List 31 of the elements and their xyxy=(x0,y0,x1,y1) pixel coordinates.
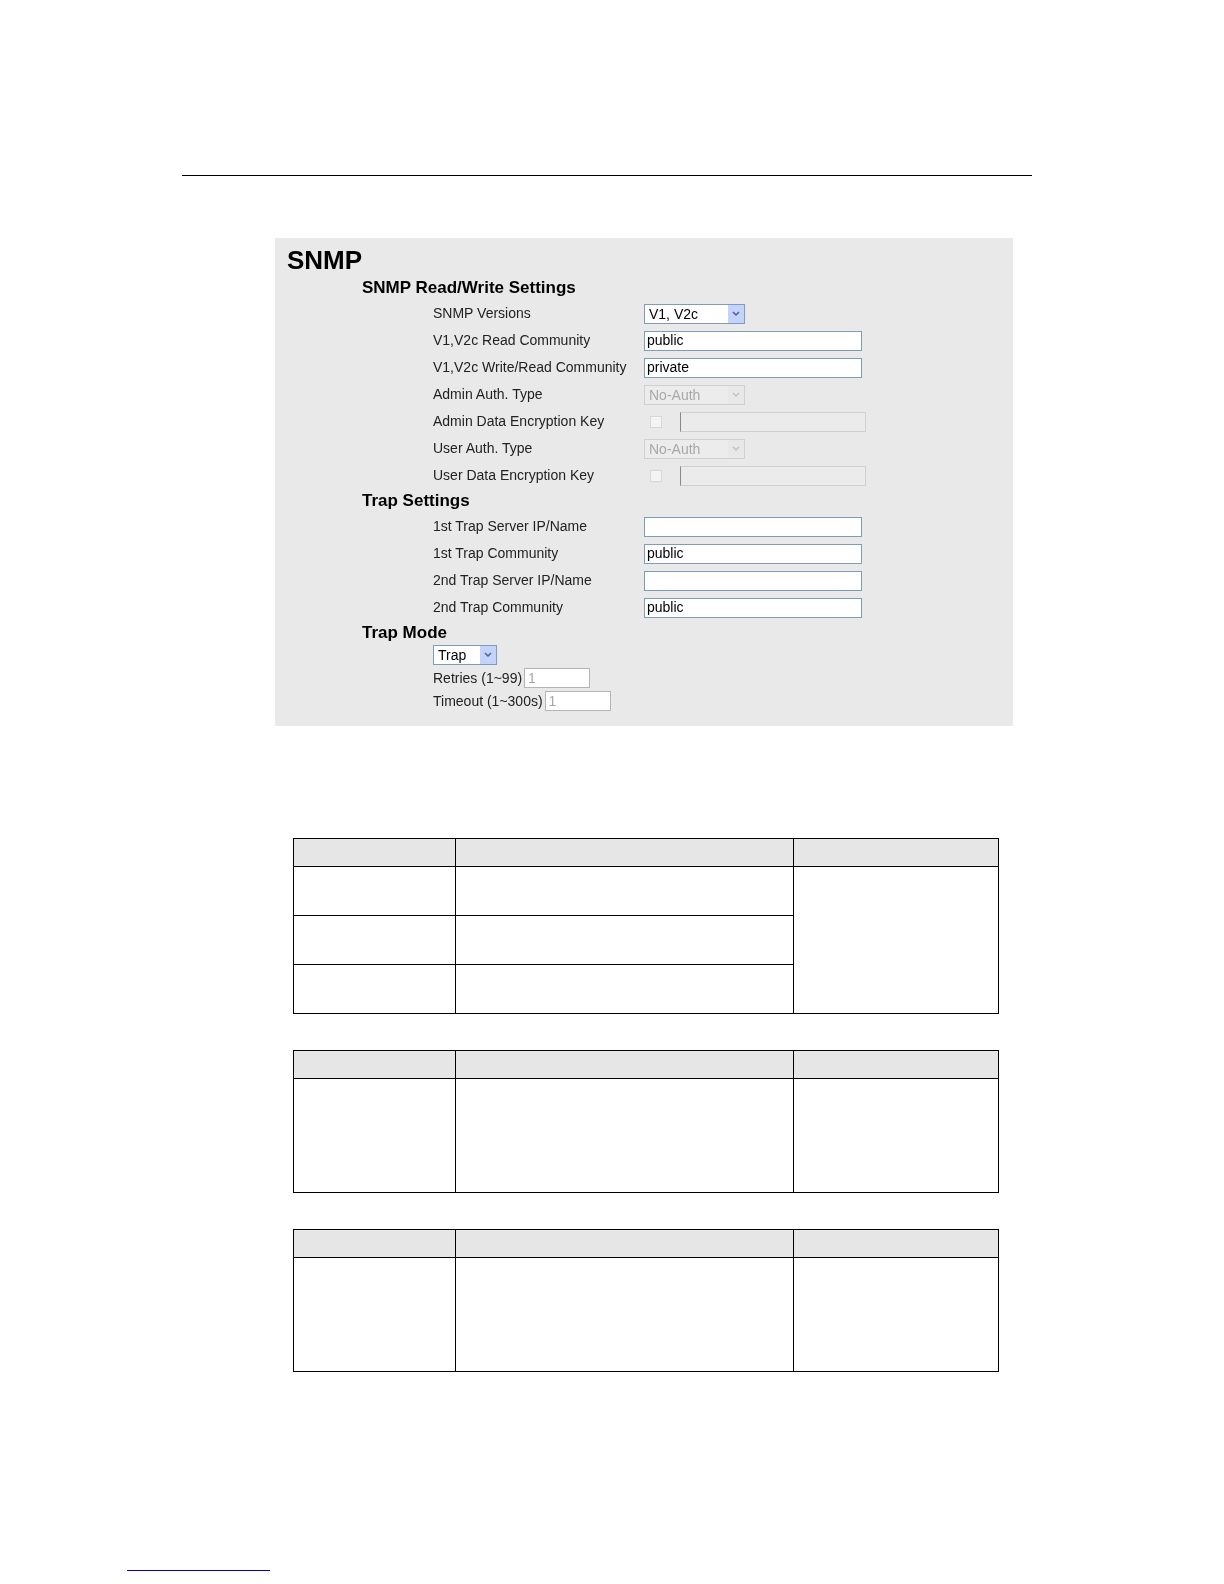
field-label: User Data Encryption Key xyxy=(433,466,596,485)
chevron-down-icon xyxy=(480,646,496,664)
chevron-down-icon xyxy=(728,304,744,323)
text-field[interactable]: public xyxy=(644,330,862,351)
dropdown[interactable]: V1, V2c xyxy=(644,303,745,324)
field-label: 1st Trap Server IP/Name xyxy=(433,517,589,536)
chevron-down-icon xyxy=(728,439,744,458)
field-label: V1,V2c Read Community xyxy=(433,331,592,350)
section-heading: Trap Settings xyxy=(362,490,470,512)
field-label: Admin Auth. Type xyxy=(433,385,544,404)
text-field[interactable]: public xyxy=(644,543,862,564)
key-field[interactable] xyxy=(680,411,866,432)
field-label: 1st Trap Community xyxy=(433,544,560,563)
section-heading: SNMP Read/Write Settings xyxy=(362,277,576,299)
field-label: Timeout (1~300s) xyxy=(433,691,543,711)
text-field[interactable]: public xyxy=(644,597,862,618)
text-field[interactable] xyxy=(644,516,862,537)
text-field[interactable] xyxy=(644,570,862,591)
field-label: Retries (1~99) xyxy=(433,668,523,688)
text-field[interactable]: private xyxy=(644,357,862,378)
dropdown[interactable]: Trap xyxy=(433,645,497,665)
section-heading: Trap Mode xyxy=(362,622,447,644)
field-label: 2nd Trap Community xyxy=(433,598,564,617)
page-title: SNMP xyxy=(287,244,364,276)
field-label: SNMP Versions xyxy=(433,304,532,323)
key-field[interactable] xyxy=(680,465,866,486)
field-label: User Auth. Type xyxy=(433,439,534,458)
field-label: Admin Data Encryption Key xyxy=(433,412,606,431)
chevron-down-icon xyxy=(728,385,744,404)
field-label: 2nd Trap Server IP/Name xyxy=(433,571,593,590)
field-label: V1,V2c Write/Read Community xyxy=(433,358,628,377)
